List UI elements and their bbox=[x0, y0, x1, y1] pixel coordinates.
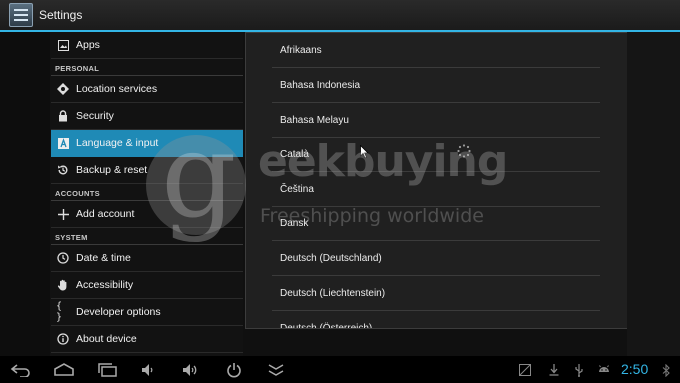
sidebar-item-label: Accessibility bbox=[76, 279, 134, 291]
language-option-dansk[interactable]: Dansk bbox=[272, 207, 600, 241]
sidebar-item-label: Location services bbox=[76, 83, 158, 95]
sidebar-item-label: Add account bbox=[76, 208, 135, 220]
sidebar-item-label: Security bbox=[76, 110, 114, 122]
sidebar-item-label: About device bbox=[76, 333, 137, 345]
sidebar-item-about-device[interactable]: About device bbox=[51, 326, 243, 353]
language-option-deutsch-liechtenstein[interactable]: Deutsch (Liechtenstein) bbox=[272, 277, 600, 311]
loading-spinner-icon bbox=[457, 144, 471, 158]
plus-icon bbox=[56, 207, 70, 221]
screenshot-icon bbox=[515, 360, 535, 380]
app-title: Settings bbox=[39, 8, 83, 22]
volume-up-icon[interactable] bbox=[178, 360, 202, 380]
sidebar-item-backup-reset[interactable]: Backup & reset bbox=[51, 157, 243, 184]
sidebar-item-label: Developer options bbox=[76, 306, 161, 318]
settings-list-panel: Apps PERSONAL Location services Security… bbox=[0, 32, 243, 356]
settings-list: Apps PERSONAL Location services Security… bbox=[51, 32, 243, 353]
language-option-bahasa-melayu[interactable]: Bahasa Melayu bbox=[272, 104, 600, 138]
info-icon bbox=[56, 332, 70, 346]
status-clock[interactable]: 2:50 bbox=[621, 361, 648, 377]
hand-icon bbox=[56, 278, 70, 292]
sidebar-item-label: Date & time bbox=[76, 252, 131, 264]
braces-icon: { } bbox=[56, 301, 63, 323]
usb-icon bbox=[569, 360, 589, 380]
left-gutter bbox=[0, 32, 50, 356]
backup-icon bbox=[56, 163, 70, 177]
sidebar-item-language-input[interactable]: Language & input bbox=[51, 130, 243, 157]
android-debug-icon bbox=[594, 360, 614, 380]
language-picker-dialog: Afrikaans Bahasa Indonesia Bahasa Melayu… bbox=[245, 32, 628, 329]
download-icon bbox=[544, 360, 564, 380]
language-icon bbox=[56, 136, 70, 150]
lock-icon bbox=[56, 109, 70, 123]
bluetooth-icon bbox=[656, 360, 676, 380]
language-option-deutsch-deutschland[interactable]: Deutsch (Deutschland) bbox=[272, 242, 600, 276]
action-bar: Settings bbox=[0, 0, 680, 32]
background-edge bbox=[627, 32, 680, 356]
apps-icon bbox=[56, 38, 70, 52]
sidebar-item-accessibility[interactable]: Accessibility bbox=[51, 272, 243, 299]
clock-icon bbox=[56, 251, 70, 265]
sidebar-item-label: Backup & reset bbox=[76, 164, 148, 176]
sidebar-item-location-services[interactable]: Location services bbox=[51, 76, 243, 103]
sidebar-item-date-time[interactable]: Date & time bbox=[51, 245, 243, 272]
language-option-cestina[interactable]: Čeština bbox=[272, 173, 600, 207]
sidebar-item-add-account[interactable]: Add account bbox=[51, 201, 243, 228]
volume-down-icon[interactable] bbox=[136, 360, 160, 380]
sidebar-item-developer-options[interactable]: { } Developer options bbox=[51, 299, 243, 326]
section-header-personal: PERSONAL bbox=[51, 59, 243, 76]
back-icon[interactable] bbox=[9, 360, 33, 380]
settings-app-icon[interactable] bbox=[9, 3, 33, 27]
recent-apps-icon[interactable] bbox=[95, 360, 119, 380]
power-icon[interactable] bbox=[222, 360, 246, 380]
sidebar-item-label: Language & input bbox=[76, 137, 159, 149]
language-option-deutsch-osterreich[interactable]: Deutsch (Österreich) bbox=[272, 311, 600, 329]
system-navigation-bar: 2:50 bbox=[0, 356, 680, 383]
sidebar-item-apps[interactable]: Apps bbox=[51, 32, 243, 59]
language-option-catala[interactable]: Català bbox=[272, 138, 600, 172]
hide-bar-icon[interactable] bbox=[264, 360, 288, 380]
language-option-bahasa-indonesia[interactable]: Bahasa Indonesia bbox=[272, 69, 600, 103]
sidebar-item-security[interactable]: Security bbox=[51, 103, 243, 130]
home-icon[interactable] bbox=[52, 360, 76, 380]
language-option-afrikaans[interactable]: Afrikaans bbox=[272, 34, 600, 68]
section-header-system: SYSTEM bbox=[51, 228, 243, 245]
section-header-accounts: ACCOUNTS bbox=[51, 184, 243, 201]
mouse-cursor-icon bbox=[360, 145, 369, 159]
sidebar-item-label: Apps bbox=[76, 39, 100, 51]
location-icon bbox=[56, 82, 70, 96]
